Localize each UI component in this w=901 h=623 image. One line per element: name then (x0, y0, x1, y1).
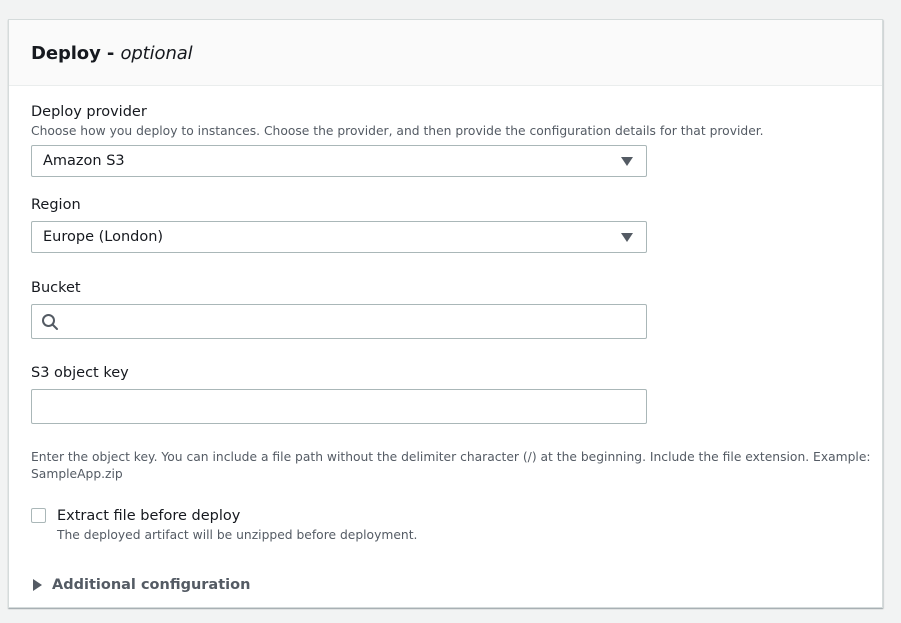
deploy-provider-select[interactable]: Amazon S3 (31, 145, 647, 177)
extract-label[interactable]: Extract file before deploy (57, 507, 240, 525)
bucket-search-input[interactable] (31, 304, 647, 339)
extract-checkbox[interactable] (31, 508, 46, 523)
panel-title-optional: optional (120, 43, 193, 64)
caret-down-icon (621, 233, 633, 242)
panel-title-main: Deploy (31, 43, 101, 64)
region-value: Europe (London) (43, 229, 164, 245)
bucket-label: Bucket (31, 280, 81, 296)
region-select[interactable]: Europe (London) (31, 221, 647, 253)
panel-header: Deploy - optional (9, 20, 882, 86)
deploy-panel: Deploy - optional Deploy provider Choose… (8, 19, 883, 608)
deploy-provider-label: Deploy provider (31, 104, 147, 120)
deploy-provider-description: Choose how you deploy to instances. Choo… (31, 124, 764, 138)
additional-configuration-label: Additional configuration (52, 577, 251, 593)
deploy-provider-value: Amazon S3 (43, 153, 125, 169)
object-key-input[interactable] (31, 389, 647, 424)
caret-down-icon (621, 157, 633, 166)
extract-description: The deployed artifact will be unzipped b… (57, 528, 418, 542)
object-key-help-line1: Enter the object key. You can include a … (31, 450, 871, 464)
object-key-label: S3 object key (31, 365, 129, 381)
caret-right-icon (33, 579, 42, 591)
additional-configuration-toggle[interactable]: Additional configuration (33, 577, 250, 593)
panel-title-dash: - (106, 43, 115, 64)
region-label: Region (31, 197, 81, 213)
search-icon (42, 314, 58, 330)
object-key-help-line2: SampleApp.zip (31, 467, 123, 481)
panel-title: Deploy - optional (31, 42, 882, 66)
